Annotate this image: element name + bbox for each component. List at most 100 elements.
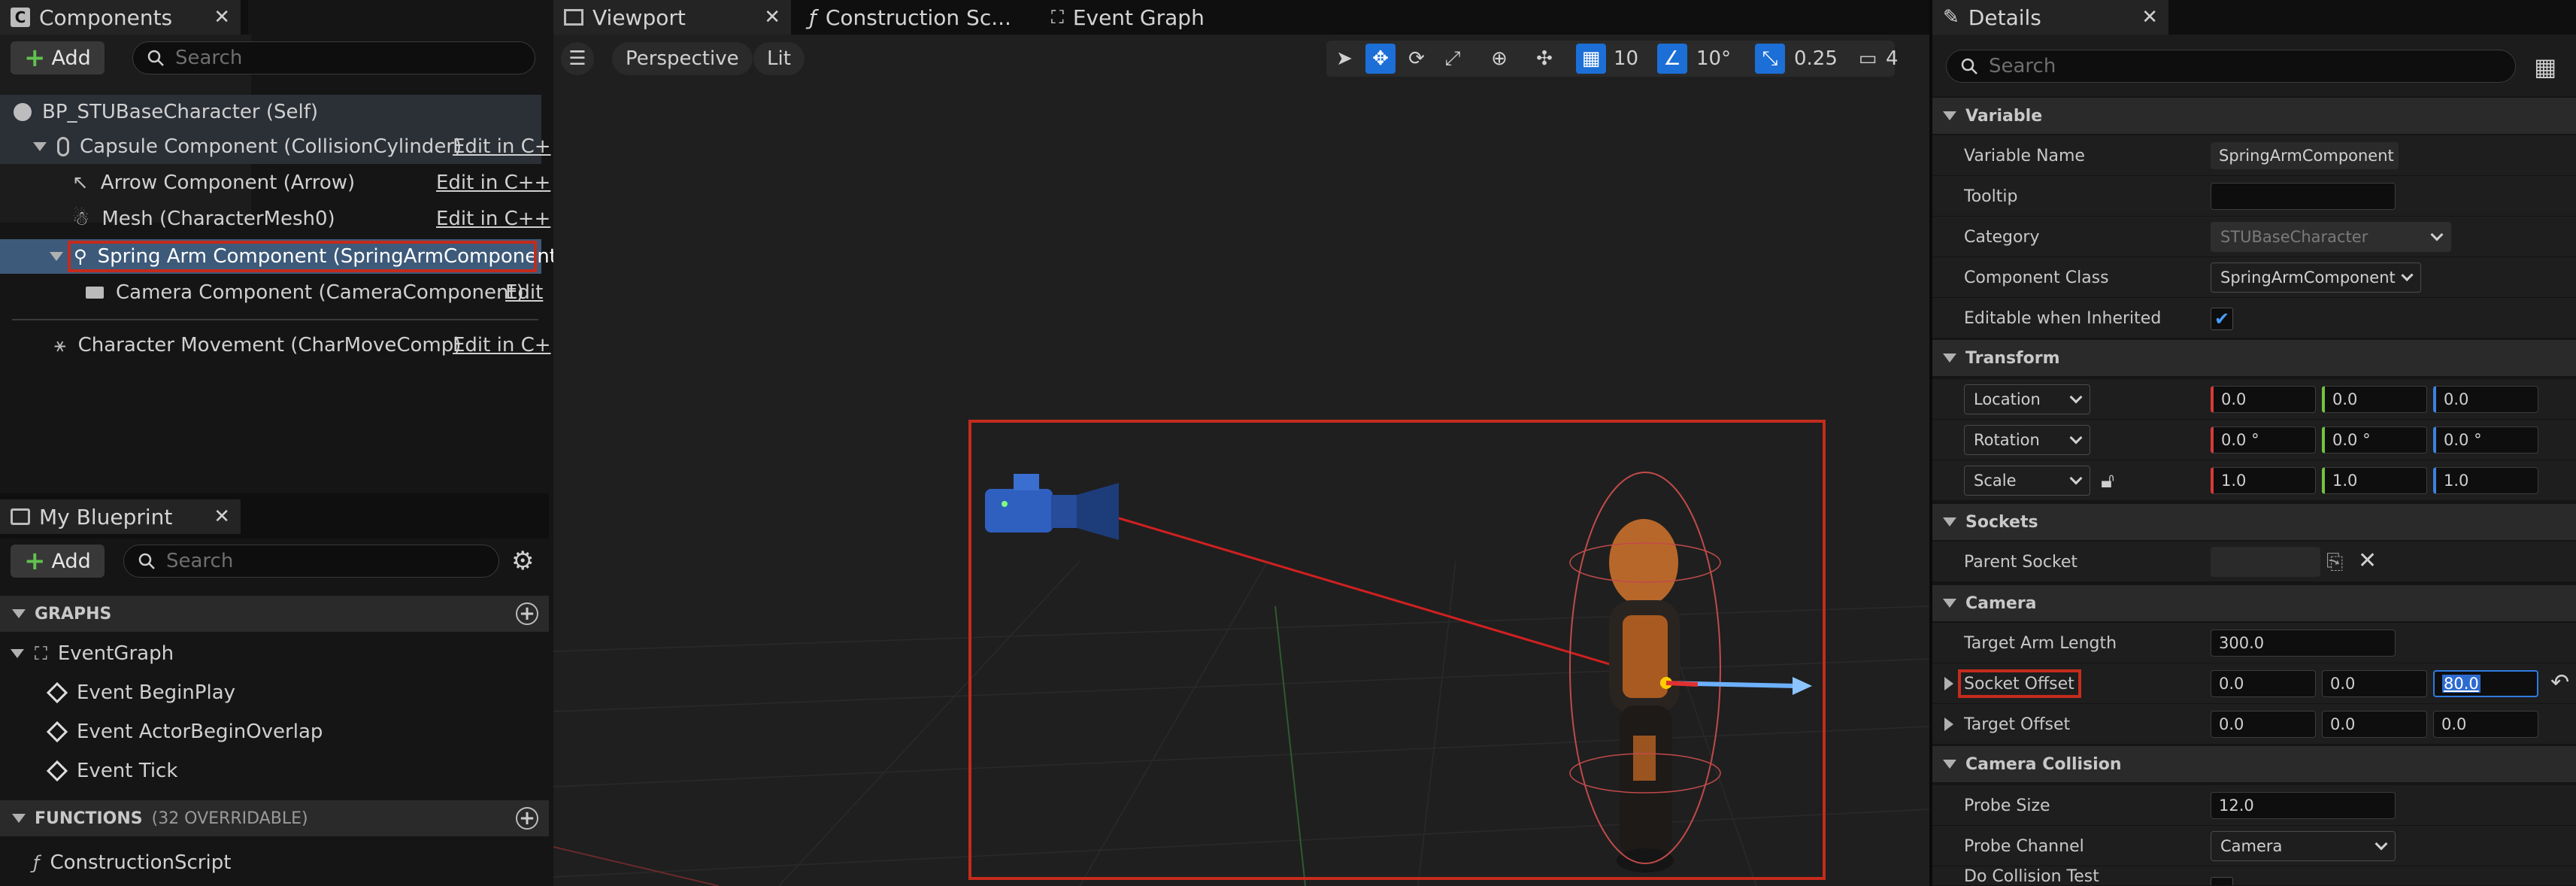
tree-item-arrow[interactable]: ↖ Arrow Component (Arrow) (72, 165, 355, 200)
probe-size-input[interactable]: 12.0 (2211, 792, 2396, 819)
variable-name-input[interactable]: SpringArmComponent (2211, 142, 2399, 169)
section-transform[interactable]: Transform (1932, 340, 2576, 376)
rotate-tool-icon[interactable]: ⟳ (1402, 44, 1432, 74)
browse-socket-icon[interactable]: ⎘ (2326, 549, 2343, 575)
tree-item-constructionscript[interactable]: ƒ ConstructionScript (33, 845, 231, 880)
scale-snap-value[interactable]: 0.25 (1794, 44, 1838, 74)
tab-components[interactable]: C Components ✕ (0, 0, 241, 35)
socket-offset-y-input[interactable]: 0.0 (2322, 670, 2427, 697)
camera-speed-icon[interactable]: ▭ (1853, 44, 1883, 74)
reset-to-default-icon[interactable]: ↶ (2550, 669, 2569, 696)
parent-socket-input[interactable] (2211, 547, 2320, 577)
section-variable[interactable]: Variable (1932, 98, 2576, 134)
close-icon[interactable]: ✕ (764, 6, 780, 29)
expand-arrow-icon[interactable] (50, 252, 63, 261)
rotation-z-input[interactable]: 0.0 ° (2433, 426, 2538, 454)
rotation-snap-icon[interactable]: ∠ (1657, 44, 1687, 74)
expand-arrow-icon[interactable] (1944, 718, 1953, 731)
chevron-down-icon (2069, 431, 2083, 445)
divider (12, 319, 538, 320)
editable-checkbox[interactable]: ✔ (2211, 308, 2233, 330)
close-icon[interactable]: ✕ (2141, 6, 2158, 29)
tooltip-input[interactable] (2211, 183, 2396, 210)
tree-item-camera[interactable]: Camera Component (CameraComponent) (86, 275, 524, 310)
tree-item-self[interactable]: BP_STUBaseCharacter (Self) (14, 95, 318, 129)
target-offset-y-input[interactable]: 0.0 (2322, 711, 2427, 738)
scale-tool-icon[interactable]: ⤢ (1438, 44, 1468, 74)
select-tool-icon[interactable]: ➤ (1329, 44, 1359, 74)
section-camera-collision[interactable]: Camera Collision (1932, 746, 2576, 782)
functions-header[interactable]: FUNCTIONS (32 OVERRIDABLE) + (0, 800, 549, 836)
tab-viewport[interactable]: Viewport ✕ (553, 0, 791, 35)
tab-details[interactable]: ✎ Details ✕ (1932, 0, 2168, 35)
close-icon[interactable]: ✕ (214, 505, 230, 528)
tab-event-graph[interactable]: ⛶ Event Graph (1041, 0, 1236, 35)
expand-arrow-icon[interactable] (33, 142, 47, 151)
tree-item-character-movement[interactable]: ⚹ Character Movement (CharMoveComp) (54, 328, 461, 363)
edit-in-cpp-link[interactable]: Edit in C+ (453, 334, 551, 357)
add-component-button[interactable]: + Add (11, 41, 105, 74)
tree-item-mesh[interactable]: ☃ Mesh (CharacterMesh0) (72, 202, 335, 236)
add-blueprint-button[interactable]: + Add (11, 545, 105, 578)
event-tick[interactable]: Event Tick (46, 754, 177, 788)
table-view-icon[interactable]: ▦ (2534, 53, 2556, 81)
edit-link[interactable]: Edit (505, 281, 543, 304)
search-placeholder: Search (175, 47, 243, 69)
socket-offset-z-input[interactable]: 80.0 (2433, 670, 2538, 697)
component-class-dropdown[interactable]: SpringArmComponent (2211, 262, 2421, 293)
components-search-input[interactable]: Search (132, 41, 535, 74)
do-collision-checkbox[interactable] (2211, 877, 2233, 885)
event-actorbeginoverlap[interactable]: Event ActorBeginOverlap (46, 715, 323, 749)
edit-in-cpp-link[interactable]: Edit in C++ (436, 171, 550, 194)
target-offset-x-input[interactable]: 0.0 (2211, 711, 2316, 738)
camera-speed-value[interactable]: 4 (1886, 44, 1899, 74)
target-offset-z-input[interactable]: 0.0 (2433, 711, 2538, 738)
add-graph-icon[interactable]: + (516, 602, 538, 625)
grid-snap-value[interactable]: 10 (1614, 44, 1638, 74)
tree-item-capsule[interactable]: Capsule Component (CollisionCylinder) (33, 129, 462, 164)
surface-snap-icon[interactable]: ✣ (1529, 44, 1559, 74)
event-beginplay[interactable]: Event BeginPlay (46, 675, 235, 710)
edit-in-cpp-link[interactable]: Edit in C++ (436, 208, 550, 230)
gear-icon[interactable]: ⚙ (511, 546, 534, 576)
rotation-y-input[interactable]: 0.0 ° (2322, 426, 2427, 454)
rotation-dropdown[interactable]: Rotation (1964, 425, 2090, 455)
graphs-header[interactable]: GRAPHS + (0, 596, 549, 632)
rotation-x-input[interactable]: 0.0 ° (2211, 426, 2316, 454)
prop-variable-name: Variable Name SpringArmComponent (1932, 135, 2576, 176)
grid-snap-icon[interactable]: ▦ (1576, 44, 1606, 74)
perspective-button[interactable]: Perspective (612, 42, 753, 75)
close-icon[interactable]: ✕ (214, 6, 230, 29)
location-y-input[interactable]: 0.0 (2322, 386, 2427, 413)
category-dropdown[interactable]: STUBaseCharacter (2211, 222, 2451, 252)
clear-icon[interactable]: ✕ (2358, 548, 2377, 574)
translate-tool-icon[interactable]: ✥ (1365, 44, 1396, 74)
world-local-icon[interactable]: ⊕ (1484, 44, 1514, 74)
rotation-snap-value[interactable]: 10° (1696, 44, 1731, 74)
unlock-icon[interactable]: 🔓︎ (2101, 468, 2114, 493)
blueprint-search-input[interactable]: Search (123, 545, 499, 578)
section-sockets[interactable]: Sockets (1932, 504, 2576, 540)
hamburger-menu-icon[interactable]: ☰ (561, 42, 594, 75)
scale-x-input[interactable]: 1.0 (2211, 467, 2316, 494)
scale-z-input[interactable]: 1.0 (2433, 467, 2538, 494)
add-label: Add (51, 46, 91, 70)
section-camera[interactable]: Camera (1932, 585, 2576, 621)
details-search-input[interactable]: Search (1946, 50, 2516, 83)
scale-y-input[interactable]: 1.0 (2322, 467, 2427, 494)
target-arm-length-input[interactable]: 300.0 (2211, 630, 2396, 657)
location-z-input[interactable]: 0.0 (2433, 386, 2538, 413)
tab-construction-script[interactable]: ƒ Construction Sc... (799, 0, 1032, 35)
probe-channel-dropdown[interactable]: Camera (2211, 831, 2396, 861)
socket-offset-x-input[interactable]: 0.0 (2211, 670, 2316, 697)
add-function-icon[interactable]: + (516, 807, 538, 830)
location-dropdown[interactable]: Location (1964, 384, 2090, 414)
edit-in-cpp-link[interactable]: Edit in C+ (453, 135, 551, 158)
tab-my-blueprint[interactable]: My Blueprint ✕ (0, 499, 241, 534)
lit-button[interactable]: Lit (753, 42, 805, 75)
tree-item-eventgraph[interactable]: ⛶ EventGraph (11, 636, 174, 671)
scale-dropdown[interactable]: Scale (1964, 466, 2090, 496)
scale-snap-icon[interactable]: ⤡ (1755, 44, 1785, 74)
expand-arrow-icon[interactable] (1944, 677, 1953, 690)
location-x-input[interactable]: 0.0 (2211, 386, 2316, 413)
